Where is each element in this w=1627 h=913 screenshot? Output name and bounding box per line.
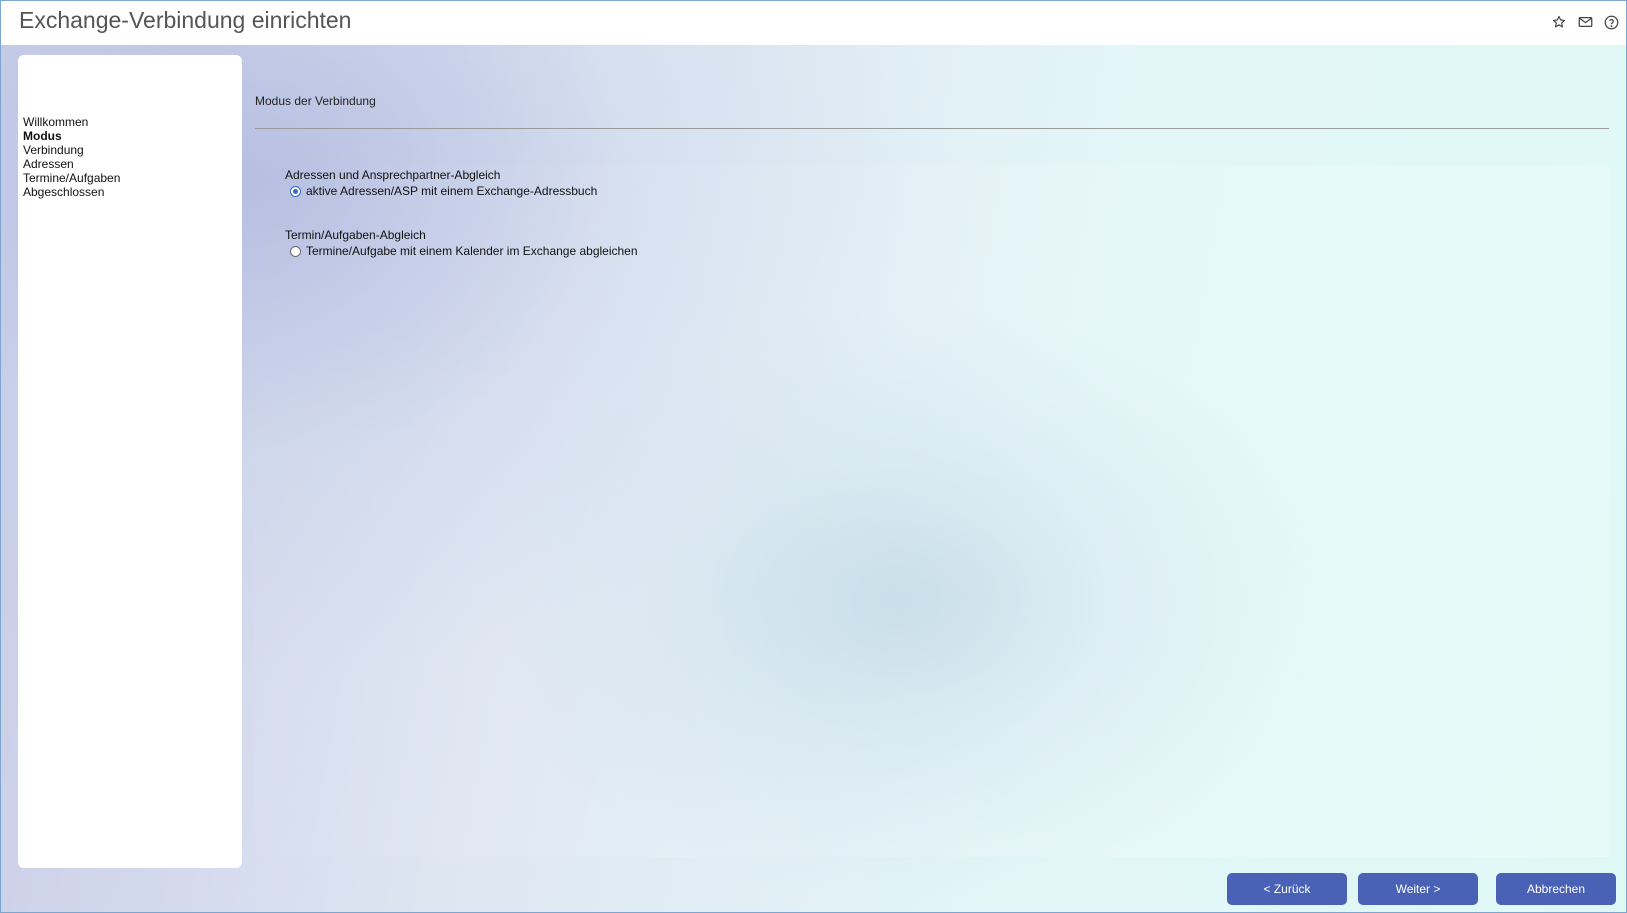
mail-icon[interactable] xyxy=(1576,13,1594,31)
star-icon[interactable] xyxy=(1550,13,1568,31)
title-icons xyxy=(1550,13,1620,31)
step-modus: Modus xyxy=(23,129,62,143)
next-button[interactable]: Weiter > xyxy=(1358,873,1478,905)
appointments-sync-label: Termine/Aufgabe mit einem Kalender im Ex… xyxy=(306,244,638,258)
window-title: Exchange-Verbindung einrichten xyxy=(19,7,352,33)
steps-list: Willkommen Modus Verbindung Adressen Ter… xyxy=(23,115,120,199)
addresses-group-label: Adressen und Ansprechpartner-Abgleich xyxy=(285,168,501,182)
section-title: Modus der Verbindung xyxy=(255,94,376,108)
appointments-group-label: Termin/Aufgaben-Abgleich xyxy=(285,228,426,242)
step-willkommen: Willkommen xyxy=(23,115,89,129)
help-icon[interactable] xyxy=(1602,13,1620,31)
addresses-sync-option[interactable]: aktive Adressen/ASP mit einem Exchange-A… xyxy=(290,184,597,198)
step-adressen: Adressen xyxy=(23,157,74,171)
step-termine-aufgaben: Termine/Aufgaben xyxy=(23,171,121,185)
step-abgeschlossen: Abgeschlossen xyxy=(23,185,105,199)
appointments-sync-radio[interactable] xyxy=(290,245,301,257)
appointments-sync-option[interactable]: Termine/Aufgabe mit einem Kalender im Ex… xyxy=(290,244,638,258)
addresses-sync-radio[interactable] xyxy=(290,185,301,197)
addresses-sync-label: aktive Adressen/ASP mit einem Exchange-A… xyxy=(306,184,598,198)
title-bar: Exchange-Verbindung einrichten xyxy=(1,1,1626,45)
cancel-button[interactable]: Abbrechen xyxy=(1496,873,1616,905)
content-panel xyxy=(254,165,1610,857)
back-button[interactable]: < Zurück xyxy=(1227,873,1347,905)
wizard-window: Exchange-Verbindung einrichten Willkomme… xyxy=(0,0,1627,913)
section-divider xyxy=(255,128,1609,129)
step-verbindung: Verbindung xyxy=(23,143,84,157)
wizard-steps-panel: Willkommen Modus Verbindung Adressen Ter… xyxy=(18,55,242,868)
